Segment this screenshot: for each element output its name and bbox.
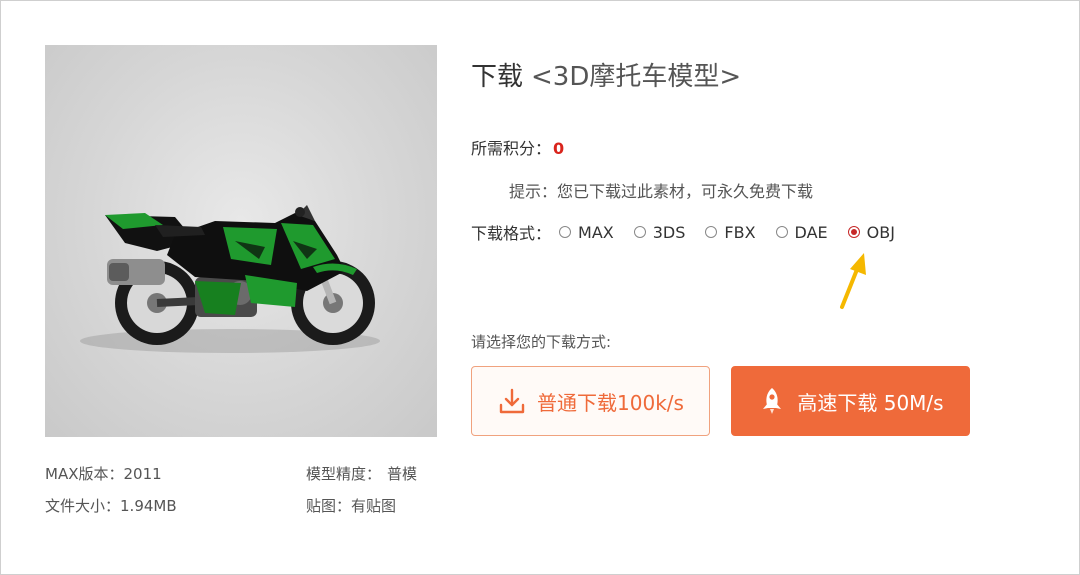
max-version-label: MAX版本： [45, 465, 124, 483]
radio-max[interactable] [559, 226, 572, 238]
file-size-info: 文件大小：1.94MB [45, 495, 177, 516]
radio-obj[interactable] [847, 226, 860, 238]
format-label-max: MAX [578, 222, 614, 242]
title-prefix: 下载 [471, 62, 524, 92]
max-version-info: MAX版本：2011 [45, 463, 162, 484]
texture-value: 有贴图 [351, 497, 397, 515]
motorcycle-illustration [80, 205, 380, 353]
format-option-3ds[interactable]: 3DS [633, 222, 686, 242]
precision-value: 普模 [387, 465, 418, 483]
normal-download-button[interactable]: 普通下载100k/s [471, 366, 710, 436]
download-hint: 提示：您已下载过此素材，可永久免费下载 [509, 182, 814, 201]
max-version-value: 2011 [123, 465, 162, 483]
precision-label: 模型精度： [306, 465, 382, 483]
radio-3ds[interactable] [633, 226, 646, 238]
model-name: <3D摩托车模型> [531, 62, 742, 92]
file-size-value: 1.94MB [120, 497, 177, 515]
points-value: 0 [553, 139, 565, 158]
model-precision-info: 模型精度： 普模 [306, 463, 417, 484]
fast-download-label: 高速下载 50M/s [797, 390, 944, 415]
page-title: 下载 <3D摩托车模型> [471, 56, 741, 93]
format-label-fbx: FBX [724, 222, 756, 242]
format-selector: 下载格式： MAX 3DS FBX DAE OBJ [471, 220, 915, 244]
format-label-3ds: 3DS [652, 222, 686, 242]
format-option-fbx[interactable]: FBX [705, 222, 756, 242]
model-preview-image [45, 45, 437, 437]
format-label-obj: OBJ [866, 222, 895, 242]
format-label-dae: DAE [794, 222, 828, 242]
download-icon [499, 388, 525, 414]
required-points: 所需积分： 0 [471, 135, 564, 159]
format-option-max[interactable]: MAX [559, 223, 614, 242]
texture-label: 贴图： [306, 497, 352, 515]
page-frame: MAX版本：2011 文件大小：1.94MB 模型精度： 普模 贴图：有贴图 下载… [0, 0, 1080, 575]
radio-fbx[interactable] [705, 226, 718, 238]
normal-download-label: 普通下载100k/s [537, 390, 684, 415]
rocket-icon [763, 388, 782, 414]
format-label: 下载格式： [471, 224, 552, 243]
format-option-obj[interactable]: OBJ [847, 222, 895, 242]
texture-info: 贴图：有贴图 [306, 495, 396, 516]
points-label: 所需积分： [471, 139, 552, 158]
arrow-pointer-icon [840, 253, 866, 309]
radio-dae[interactable] [775, 226, 788, 238]
download-method-prompt: 请选择您的下载方式: [471, 333, 612, 351]
format-option-dae[interactable]: DAE [775, 222, 828, 242]
file-size-label: 文件大小： [45, 497, 121, 515]
fast-download-button[interactable]: 高速下载 50M/s [731, 366, 970, 436]
